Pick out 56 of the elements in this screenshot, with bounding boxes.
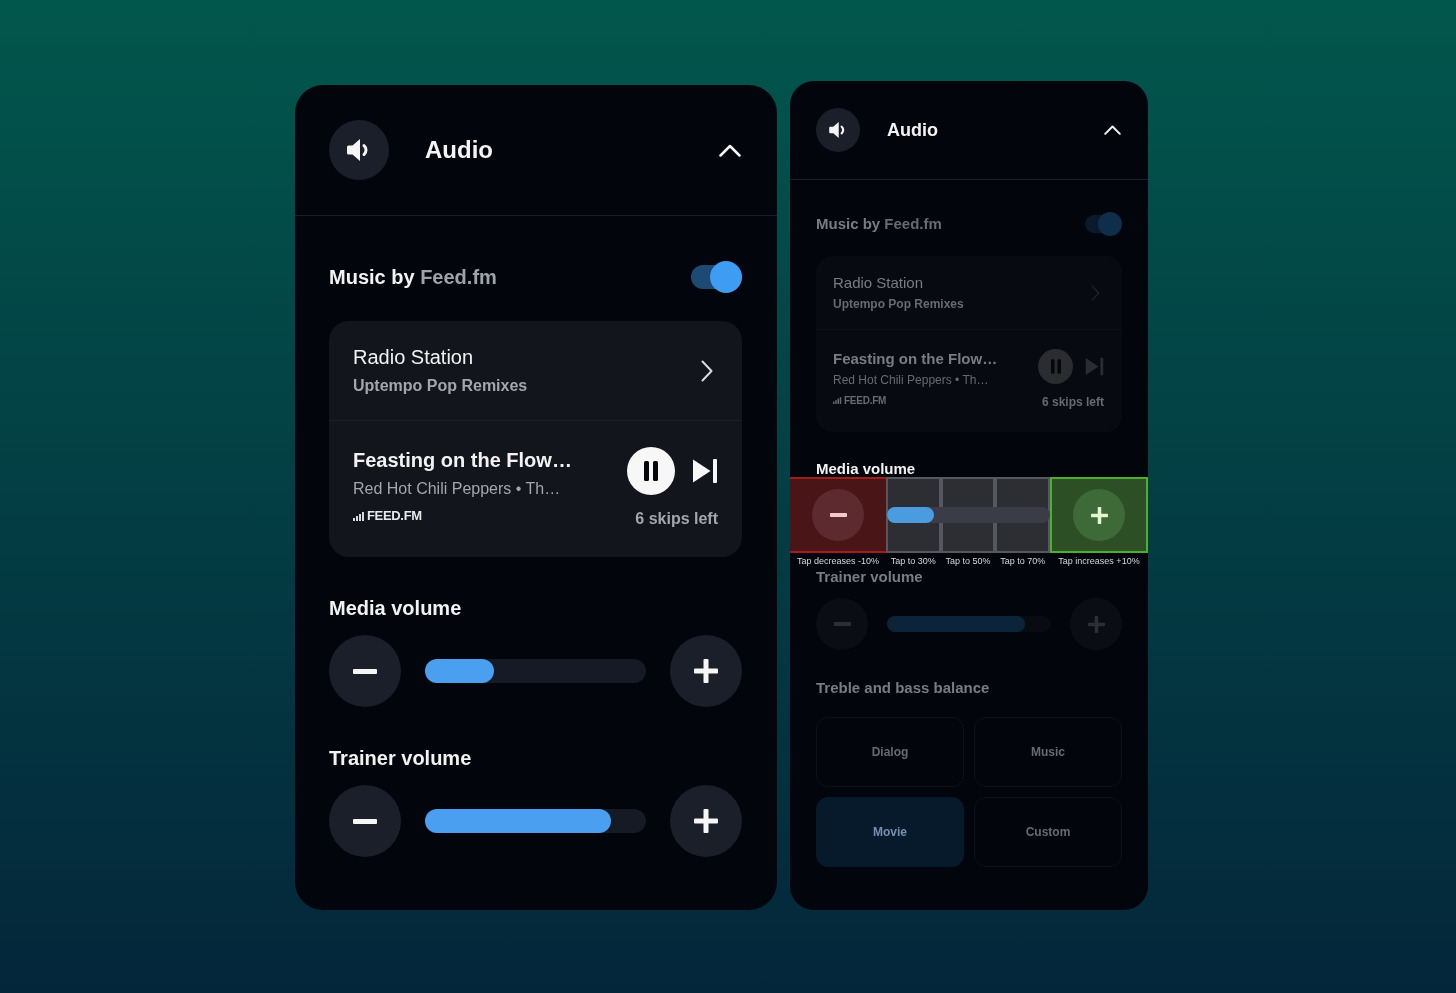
panel-title: Audio	[887, 119, 938, 141]
toggle-switch[interactable]	[691, 261, 742, 293]
minus-icon	[829, 513, 847, 517]
brand-name: FEED.FM	[367, 507, 422, 525]
balance-option[interactable]: Dialog	[816, 717, 964, 787]
chevron-up-icon[interactable]	[1104, 125, 1121, 135]
station-title: Radio Station	[833, 273, 925, 292]
track-title: Feasting on the Flow…	[833, 349, 998, 369]
plus-icon	[1090, 506, 1108, 524]
pause-button[interactable]	[627, 447, 675, 495]
tap-hint: Tap increases +10%	[1058, 556, 1140, 567]
volume-label: Trainer volume	[329, 746, 473, 770]
volume-track[interactable]	[887, 616, 1051, 632]
balance-option[interactable]: Custom	[974, 797, 1122, 867]
bars-icon	[353, 511, 365, 521]
skips-left: 6 skips left	[1041, 395, 1104, 410]
speaker-icon	[329, 120, 389, 180]
increase-volume-button[interactable]	[1073, 489, 1125, 541]
panel-title: Audio	[425, 135, 493, 165]
track-artist: Red Hot Chili Peppers • Th…	[353, 479, 562, 499]
balance-option[interactable]: Movie	[816, 797, 964, 867]
minus-icon	[833, 622, 851, 626]
minus-icon	[353, 668, 377, 674]
decrease-volume-button[interactable]	[812, 489, 864, 541]
station-subtitle: Uptempo Pop Remixes	[833, 296, 964, 312]
volume-label: Trainer volume	[816, 568, 924, 586]
pause-icon	[1050, 359, 1061, 374]
balance-label: Treble and bass balance	[816, 679, 991, 697]
volume-track[interactable]	[887, 507, 1050, 523]
chevron-up-icon[interactable]	[719, 143, 741, 157]
skips-left: 6 skips left	[635, 509, 718, 529]
tap-hint: Tap to 70%	[1000, 556, 1046, 567]
plus-icon	[694, 659, 718, 683]
brand-name: FEED.FM	[844, 394, 887, 407]
volume-label: Media volume	[816, 461, 917, 477]
minus-icon	[353, 818, 377, 824]
volume-label: Media volume	[329, 596, 463, 620]
bars-icon	[833, 397, 842, 404]
skip-next-icon[interactable]	[692, 458, 718, 484]
toggle-switch[interactable]	[1085, 212, 1122, 236]
plus-icon	[694, 809, 718, 833]
plus-icon	[1087, 615, 1105, 633]
track-artist: Red Hot Chili Peppers • Th…	[833, 373, 990, 388]
station-subtitle: Uptempo Pop Remixes	[353, 376, 528, 396]
music-source-label: Music by Feed.fm	[329, 265, 497, 289]
tap-hint: Tap to 30%	[890, 556, 936, 567]
tap-hint: Tap decreases -10%	[796, 556, 879, 567]
station-title: Radio Station	[353, 345, 475, 369]
track-title: Feasting on the Flow…	[353, 448, 572, 473]
pause-icon	[644, 461, 658, 481]
music-source-label: Music by Feed.fm	[816, 215, 942, 233]
volume-track[interactable]	[425, 809, 646, 833]
balance-option[interactable]: Music	[974, 717, 1122, 787]
volume-track[interactable]	[425, 659, 646, 683]
speaker-icon	[816, 108, 860, 152]
tap-hint: Tap to 50%	[945, 556, 991, 567]
